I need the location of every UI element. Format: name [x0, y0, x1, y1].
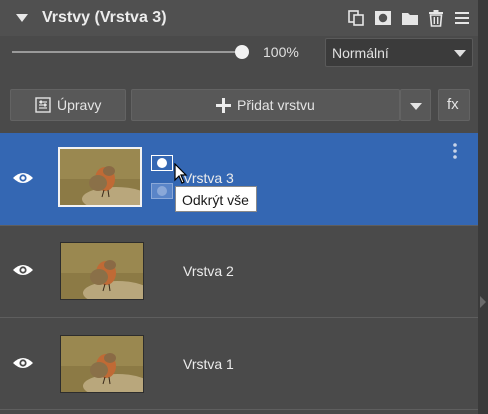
- opacity-value: 100%: [263, 44, 299, 60]
- eye-icon[interactable]: [12, 263, 34, 277]
- eye-icon[interactable]: [12, 171, 34, 185]
- mask-thumbnail[interactable]: [151, 155, 173, 171]
- layer-name[interactable]: Vrstva 1: [183, 356, 234, 372]
- opacity-slider-thumb[interactable]: [235, 45, 249, 59]
- panel-title: Vrstvy (Vrstva 3): [42, 9, 167, 26]
- tooltip-text: Odkrýt vše: [182, 192, 249, 208]
- tooltip: Odkrýt vše: [175, 186, 257, 212]
- layer-name[interactable]: Vrstva 2: [183, 263, 234, 279]
- mouse-cursor-icon: [174, 163, 188, 184]
- effects-label: fx: [447, 96, 459, 113]
- chevron-down-icon: [454, 50, 466, 57]
- panel-header[interactable]: Vrstvy (Vrstva 3): [0, 0, 478, 36]
- folder-icon[interactable]: [401, 9, 419, 27]
- robin-thumbnail-image: [60, 149, 140, 205]
- add-layer-dropdown[interactable]: [400, 89, 431, 121]
- mask-link-thumbnail[interactable]: [151, 183, 173, 199]
- adjustments-icon: [35, 97, 51, 113]
- layer-thumbnail[interactable]: [58, 147, 142, 207]
- layer-row-2[interactable]: Vrstva 2: [0, 226, 478, 318]
- adjustments-button[interactable]: Úpravy: [10, 89, 126, 121]
- menu-icon[interactable]: [453, 9, 471, 27]
- trash-icon[interactable]: [427, 9, 445, 27]
- robin-thumbnail-image: [61, 243, 143, 299]
- collapse-arrow-icon[interactable]: [16, 14, 28, 22]
- mask-circle-icon: [157, 186, 167, 196]
- opacity-slider[interactable]: [12, 51, 244, 53]
- add-layer-label: Přidat vrstvu: [237, 97, 315, 113]
- plus-icon: [216, 98, 231, 113]
- blend-mode-value: Normální: [332, 45, 389, 61]
- layer-options-icon[interactable]: [452, 142, 458, 160]
- chevron-down-icon: [410, 103, 422, 110]
- eye-icon[interactable]: [12, 356, 34, 370]
- robin-thumbnail-image: [61, 336, 143, 392]
- layer-name[interactable]: Vrstva 3: [183, 170, 234, 186]
- duplicate-icon[interactable]: [347, 9, 365, 27]
- mask-circle-icon: [157, 158, 167, 168]
- layer-thumbnail[interactable]: [60, 242, 144, 300]
- layer-divider: [0, 409, 478, 410]
- adjustments-label: Úpravy: [57, 97, 102, 113]
- panel-edge[interactable]: [478, 0, 488, 414]
- blend-mode-select[interactable]: Normální: [325, 38, 473, 67]
- add-layer-button[interactable]: Přidat vrstvu: [131, 89, 400, 121]
- layer-thumbnail[interactable]: [60, 335, 144, 393]
- layer-row-1[interactable]: Vrstva 1: [0, 318, 478, 410]
- layers-panel: Vrstvy (Vrstva 3) 100% Normální Úpravy P…: [0, 0, 478, 414]
- effects-button[interactable]: fx: [438, 89, 470, 121]
- expand-arrow-icon[interactable]: [480, 296, 486, 308]
- mask-icon[interactable]: [374, 9, 392, 27]
